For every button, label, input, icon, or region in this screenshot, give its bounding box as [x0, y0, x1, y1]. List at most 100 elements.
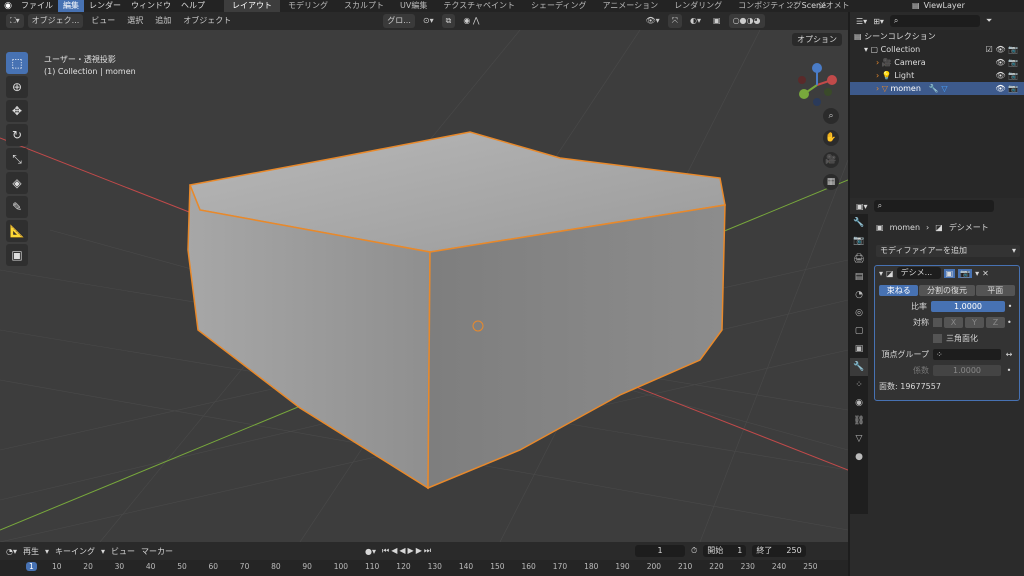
symmetry-checkbox[interactable]: [933, 318, 942, 327]
scene-selector[interactable]: ⛶ Scene: [790, 0, 826, 12]
cursor-tool-icon[interactable]: ⊕: [6, 76, 28, 98]
measure-tool-icon[interactable]: 📐: [6, 220, 28, 242]
collection-visibility-icons[interactable]: ☑ 👁 📷: [986, 43, 1018, 56]
playback-controls-icon[interactable]: ⏮◀◀▶▶⏭: [382, 546, 433, 556]
marker-menu[interactable]: マーカー: [141, 546, 173, 557]
object-tab-icon[interactable]: ▣: [850, 340, 868, 358]
timeline-editor-icon[interactable]: ◔▾: [6, 547, 17, 556]
start-frame-field[interactable]: 開始 1: [703, 545, 747, 557]
modifier-name-field[interactable]: デシメ...: [896, 267, 941, 279]
outliner-item-light[interactable]: › 💡 Light 👁 📷: [850, 69, 1024, 82]
scene-name[interactable]: Scene: [802, 0, 826, 12]
xray-icon[interactable]: ▣: [709, 14, 725, 28]
data-tab-icon[interactable]: ▽: [850, 430, 868, 448]
annotate-tool-icon[interactable]: ✎: [6, 196, 28, 218]
proportional-icon[interactable]: ◉ ⋀: [459, 14, 483, 28]
playback-menu[interactable]: 再生: [23, 546, 39, 557]
transform-orientation[interactable]: グロ...: [383, 14, 415, 28]
axis-z[interactable]: Z: [986, 317, 1005, 328]
rotate-tool-icon[interactable]: ↻: [6, 124, 28, 146]
delete-modifier-icon[interactable]: ✕: [982, 269, 989, 278]
tab-collapse[interactable]: 束ねる: [879, 285, 919, 296]
keyframe-dot-icon[interactable]: •: [1007, 318, 1015, 327]
scene-collection-row[interactable]: ▤ シーンコレクション: [850, 30, 1024, 43]
overlay-icon[interactable]: ◐▾: [686, 14, 705, 28]
momen-stone-mesh[interactable]: [187, 131, 726, 490]
tab-layout[interactable]: レイアウト: [224, 0, 280, 12]
clock-icon[interactable]: ⏱: [691, 546, 697, 556]
tab-texture-paint[interactable]: テクスチャペイント: [435, 0, 523, 12]
material-tab-icon[interactable]: ●: [850, 448, 868, 466]
factor-slider[interactable]: 1.0000: [933, 365, 1001, 376]
render-tab-icon[interactable]: 📷: [850, 232, 868, 250]
add-cube-tool-icon[interactable]: ▣: [6, 244, 28, 266]
menu-select[interactable]: 選択: [123, 14, 147, 28]
tab-shading[interactable]: シェーディング: [523, 0, 594, 12]
blender-logo-icon[interactable]: ◉: [0, 1, 16, 11]
add-modifier-button[interactable]: モディファイアーを追加 ▾: [876, 245, 1020, 257]
record-icon[interactable]: ●▾: [365, 547, 376, 556]
menu-object[interactable]: オブジェクト: [179, 14, 235, 28]
axis-y[interactable]: Y: [965, 317, 984, 328]
menu-help[interactable]: ヘルプ: [176, 0, 210, 12]
menu-edit[interactable]: 編集: [58, 0, 84, 12]
show-viewport-icon[interactable]: ▣: [943, 268, 956, 278]
select-box-tool-icon[interactable]: ⬚: [6, 52, 28, 74]
momen-visibility-icons[interactable]: 👁 📷: [995, 82, 1018, 95]
mode-select[interactable]: オブジェク...: [27, 14, 84, 28]
axis-x[interactable]: X: [944, 317, 963, 328]
tab-modeling[interactable]: モデリング: [280, 0, 336, 12]
world-tab-icon[interactable]: ◎: [850, 304, 868, 322]
view-layer-tab-icon[interactable]: ▤: [850, 268, 868, 286]
collapse-icon[interactable]: ▾: [879, 269, 883, 278]
gizmo-icon[interactable]: ⤧: [667, 14, 683, 28]
options-button[interactable]: オプション: [792, 33, 842, 46]
shading-modes-icon[interactable]: ○●◑◕: [728, 14, 765, 28]
outliner-filter-mode-icon[interactable]: ⊞▾: [873, 17, 884, 26]
snap-icon[interactable]: ⧉: [441, 14, 456, 28]
view-layer-selector[interactable]: ▤ ViewLayer: [912, 0, 965, 12]
camera-visibility-icons[interactable]: 👁 📷: [995, 56, 1018, 69]
navigation-gizmo[interactable]: [792, 60, 842, 110]
ratio-slider[interactable]: 1.0000: [931, 301, 1005, 312]
collection-tab-icon[interactable]: ▢: [850, 322, 868, 340]
particles-tab-icon[interactable]: ⁘: [850, 376, 868, 394]
outliner-search-input[interactable]: ⌕: [889, 15, 980, 27]
current-frame-field[interactable]: 1: [635, 545, 686, 557]
view-layer-name[interactable]: ViewLayer: [924, 0, 965, 12]
properties-search-input[interactable]: ⌕: [873, 200, 994, 212]
scene-tab-icon[interactable]: ◔: [850, 286, 868, 304]
tab-planar[interactable]: 平面: [975, 285, 1015, 296]
light-visibility-icons[interactable]: 👁 📷: [995, 69, 1018, 82]
tab-uv[interactable]: UV編集: [392, 0, 435, 12]
move-tool-icon[interactable]: ✥: [6, 100, 28, 122]
menu-view[interactable]: ビュー: [87, 14, 119, 28]
triangulate-checkbox[interactable]: [933, 334, 942, 343]
keyframe-dot-icon[interactable]: •: [1003, 366, 1015, 375]
tab-animation[interactable]: アニメーション: [594, 0, 666, 12]
zoom-icon[interactable]: ⌕: [823, 108, 839, 124]
filter-icon[interactable]: ⏷: [986, 16, 992, 26]
keyframe-dot-icon[interactable]: •: [1005, 302, 1015, 311]
modifier-tab-icon[interactable]: 🔧: [850, 358, 868, 376]
collection-row[interactable]: ▾ ▢ Collection ☑ 👁 📷: [850, 43, 1024, 56]
outliner-editor-icon[interactable]: ☰▾: [856, 17, 867, 26]
perspective-grid-icon[interactable]: ▦: [823, 174, 839, 190]
menu-render[interactable]: レンダー: [84, 0, 126, 12]
invert-arrows-icon[interactable]: ↔: [1003, 350, 1015, 359]
modifier-menu-icon[interactable]: ▾: [975, 269, 979, 278]
pan-hand-icon[interactable]: ✋: [823, 130, 839, 146]
scale-tool-icon[interactable]: ⤡: [6, 148, 28, 170]
tab-unsubdivide[interactable]: 分割の復元: [919, 285, 975, 296]
tab-rendering[interactable]: レンダリング: [666, 0, 730, 12]
3d-viewport[interactable]: [0, 30, 848, 542]
vertex-group-field[interactable]: ⁘: [933, 349, 1001, 360]
timeline-view-menu[interactable]: ビュー: [111, 546, 135, 557]
end-frame-field[interactable]: 終了 250: [752, 545, 806, 557]
outliner-item-camera[interactable]: › 🎥 Camera 👁 📷: [850, 56, 1024, 69]
menu-window[interactable]: ウィンドウ: [126, 0, 176, 12]
editor-type-icon[interactable]: ⛶▾: [6, 14, 24, 28]
outliner-item-momen[interactable]: › ▽ momen 🔧 ▽ 👁 📷: [850, 82, 1024, 95]
visibility-icon[interactable]: 👁▾: [641, 14, 663, 28]
timeline-ruler[interactable]: 1 10 20 30 40 50 60 70 80 90 100 110 120 130 140 150 160…: [0, 562, 848, 574]
